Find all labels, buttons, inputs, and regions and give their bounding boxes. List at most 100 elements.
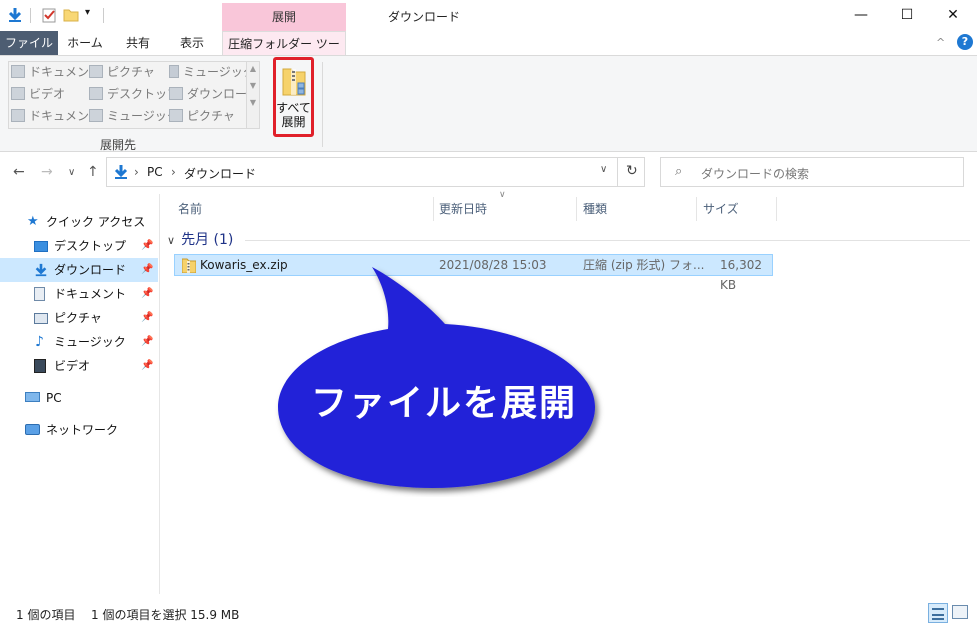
download-icon: [169, 87, 183, 100]
gallery-item[interactable]: デスクトップ: [89, 85, 179, 103]
tab-home[interactable]: ホーム: [62, 31, 108, 55]
tab-file[interactable]: ファイル: [0, 31, 58, 55]
ribbon-body: ドキュメント ピクチャ ミュージック ビデオ デスクトップ ダウンロード ドキュ…: [0, 55, 977, 152]
pin-icon[interactable]: 📌: [141, 282, 153, 306]
pin-icon[interactable]: 📌: [141, 306, 153, 330]
gallery-item[interactable]: ミュージック: [89, 107, 179, 125]
picture-icon: [89, 65, 103, 78]
maximize-button[interactable]: ☐: [884, 0, 930, 31]
selection-info: 1 個の項目を選択 15.9 MB: [91, 608, 240, 622]
ribbon-separator: [322, 62, 323, 147]
chevron-down-icon[interactable]: ∨: [167, 234, 175, 247]
extract-all-label-1: すべて: [276, 101, 311, 115]
help-icon[interactable]: ?: [957, 34, 973, 50]
video-icon: [11, 87, 25, 100]
picture-icon: [169, 109, 183, 122]
column-separator[interactable]: [696, 197, 697, 221]
qat-dropdown-icon[interactable]: ▾: [85, 7, 90, 18]
download-icon: [35, 263, 47, 277]
extract-all-label-2: 展開: [281, 115, 306, 129]
tab-share[interactable]: 共有: [112, 31, 164, 55]
gallery-item[interactable]: ピクチャ: [89, 63, 155, 81]
status-bar: 1 個の項目 1 個の項目を選択 15.9 MB: [0, 600, 977, 626]
gallery-more-icon[interactable]: ▼: [247, 98, 259, 107]
nav-item-pictures[interactable]: ピクチャ 📌: [0, 306, 158, 330]
nav-item-videos[interactable]: ビデオ 📌: [0, 354, 158, 378]
music-icon: [169, 65, 179, 78]
gallery-item[interactable]: ドキュメント: [11, 63, 101, 81]
forward-arrow-icon[interactable]: →: [41, 164, 53, 180]
qat-divider: [30, 8, 31, 23]
gallery-item[interactable]: ミュージック: [169, 63, 255, 81]
group-divider: [245, 240, 970, 241]
pin-icon[interactable]: 📌: [141, 258, 153, 282]
large-icons-view-button[interactable]: [952, 605, 968, 619]
network-icon: [25, 424, 40, 435]
new-folder-icon[interactable]: [63, 7, 79, 23]
gallery-item[interactable]: ビデオ: [11, 85, 65, 103]
column-header-type[interactable]: 種類: [583, 197, 607, 221]
pin-icon[interactable]: 📌: [141, 330, 153, 354]
item-count: 1 個の項目: [16, 608, 76, 622]
title-bar: ▾ 展開 ダウンロード — ☐ ✕: [0, 0, 977, 31]
ribbon-tabs: ファイル ホーム 共有 表示 圧縮フォルダー ツール ^ ?: [0, 31, 977, 75]
picture-icon: [34, 313, 48, 324]
gallery-scroll[interactable]: ▲ ▼ ▼: [246, 62, 259, 128]
search-icon: ⌕: [675, 164, 683, 179]
up-arrow-icon[interactable]: ↑: [87, 164, 99, 180]
music-icon: ♪: [35, 334, 44, 350]
breadcrumb-pc[interactable]: PC: [147, 165, 163, 179]
nav-quick-access[interactable]: ★ クイック アクセス: [0, 210, 158, 234]
nav-item-documents[interactable]: ドキュメント 📌: [0, 282, 158, 306]
zip-file-icon: [182, 258, 196, 273]
nav-item-music[interactable]: ♪ ミュージック 📌: [0, 330, 158, 354]
gallery-item[interactable]: ピクチャ: [169, 107, 235, 125]
context-tab-header: 展開: [222, 3, 346, 31]
column-header-date[interactable]: 更新日時: [439, 197, 487, 221]
nav-item-pc[interactable]: PC: [0, 386, 158, 410]
collapse-ribbon-icon[interactable]: ^: [936, 36, 945, 49]
properties-icon[interactable]: [41, 7, 57, 23]
extract-all-button[interactable]: すべて 展開: [273, 57, 314, 137]
column-separator[interactable]: [776, 197, 777, 221]
file-size: 16,302 KB: [720, 258, 762, 292]
column-separator[interactable]: [433, 197, 434, 221]
download-arrow-icon[interactable]: [7, 7, 23, 23]
extract-destination-gallery: ドキュメント ピクチャ ミュージック ビデオ デスクトップ ダウンロード ドキュ…: [8, 61, 260, 129]
pc-icon: [25, 392, 40, 402]
tab-compressed-folder-tools[interactable]: 圧縮フォルダー ツール: [222, 31, 346, 75]
video-icon: [34, 359, 46, 373]
group-header[interactable]: ∨ 先月 (1): [167, 229, 233, 249]
refresh-icon[interactable]: ↻: [626, 163, 638, 179]
search-box[interactable]: ⌕ ダウンロードの検索: [660, 157, 964, 187]
tab-view[interactable]: 表示: [166, 31, 218, 55]
nav-item-downloads[interactable]: ダウンロード 📌: [0, 258, 158, 282]
qat-divider: [103, 8, 104, 23]
group-label-extract-to: 展開先: [100, 138, 137, 152]
star-icon: ★: [27, 214, 39, 229]
close-button[interactable]: ✕: [930, 0, 976, 31]
column-header-size[interactable]: サイズ: [703, 197, 739, 221]
minimize-button[interactable]: —: [838, 0, 884, 31]
zip-folder-icon: [282, 68, 306, 96]
details-view-button[interactable]: [928, 603, 948, 623]
pin-icon[interactable]: 📌: [141, 234, 153, 258]
music-icon: [89, 109, 103, 122]
address-bar[interactable]: › PC › ダウンロード ∨ ↻: [106, 157, 645, 187]
column-separator[interactable]: [576, 197, 577, 221]
pin-icon[interactable]: 📌: [141, 354, 153, 378]
recent-locations-icon[interactable]: ∨: [68, 167, 75, 178]
address-divider: [617, 158, 618, 186]
gallery-item[interactable]: ドキュメント: [11, 107, 101, 125]
gallery-up-icon[interactable]: ▲: [247, 64, 259, 73]
breadcrumb-downloads[interactable]: ダウンロード: [184, 165, 256, 182]
back-arrow-icon[interactable]: ←: [13, 164, 25, 180]
search-input[interactable]: ダウンロードの検索: [701, 165, 809, 182]
sort-chevron-icon: ∨: [499, 190, 506, 200]
nav-item-network[interactable]: ネットワーク: [0, 418, 158, 442]
address-dropdown-icon[interactable]: ∨: [600, 164, 607, 175]
breadcrumb-separator-icon: ›: [171, 165, 176, 179]
column-header-name[interactable]: 名前: [178, 197, 202, 221]
gallery-down-icon[interactable]: ▼: [247, 81, 259, 90]
nav-item-desktop[interactable]: デスクトップ 📌: [0, 234, 158, 258]
